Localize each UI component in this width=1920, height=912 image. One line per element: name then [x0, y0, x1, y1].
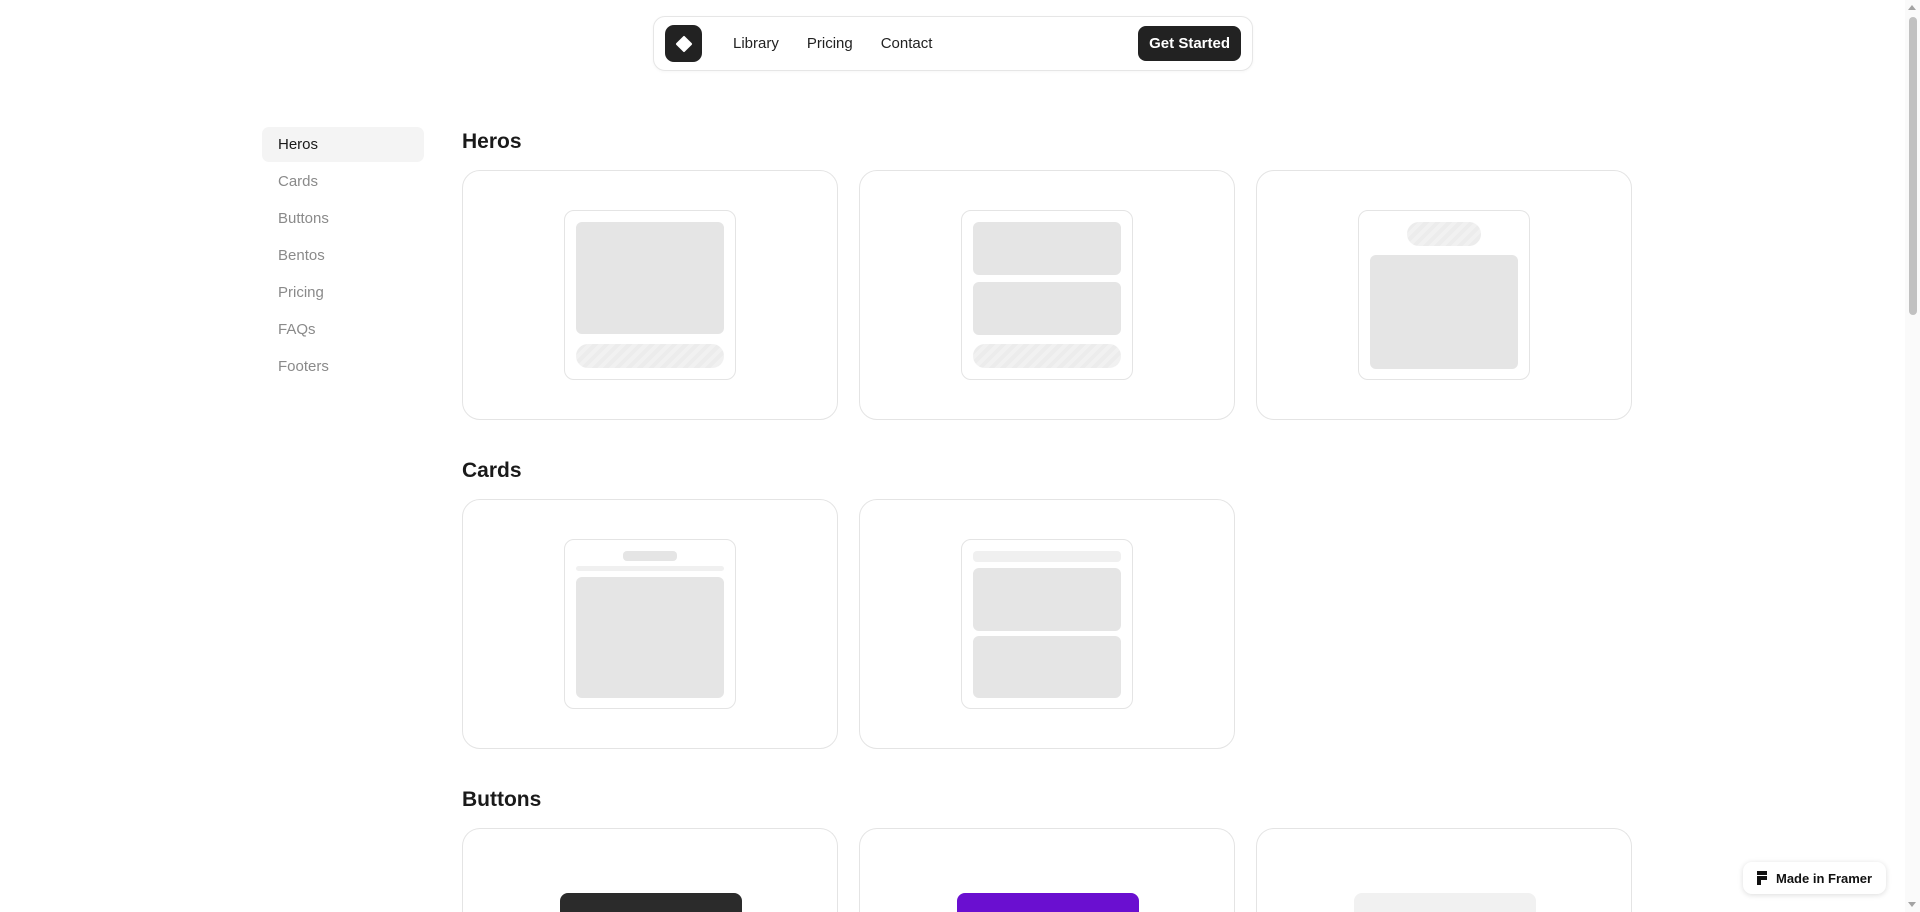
card-preview-card-2[interactable]: [859, 499, 1235, 749]
section-title-heros: Heros: [462, 130, 522, 153]
preview-block: [1370, 255, 1518, 369]
card-preview: [961, 539, 1133, 709]
card-preview-card-1[interactable]: [462, 499, 838, 749]
button-preview-light: [1354, 893, 1536, 912]
top-nav: Library Pricing Contact Get Started: [653, 16, 1253, 71]
hero-preview: [564, 210, 736, 380]
sidebar-item-bentos[interactable]: Bentos: [262, 238, 424, 273]
sidebar-item-faqs[interactable]: FAQs: [262, 312, 424, 347]
sidebar-item-label: Heros: [278, 136, 319, 153]
sidebar: Heros Cards Buttons Bentos Pricing FAQs …: [262, 127, 424, 386]
page-scrollbar[interactable]: [1905, 0, 1920, 912]
sidebar-item-heros[interactable]: Heros: [262, 127, 424, 162]
sidebar-item-label: Buttons: [278, 210, 329, 227]
sidebar-item-label: FAQs: [278, 321, 316, 338]
nav-link-library[interactable]: Library: [719, 35, 793, 52]
preview-bar: [623, 551, 677, 561]
sidebar-item-footers[interactable]: Footers: [262, 349, 424, 384]
preview-block: [973, 636, 1121, 698]
framer-icon: [1757, 871, 1767, 885]
preview-block: [576, 577, 724, 698]
diamond-icon: [675, 35, 692, 52]
hero-card-1[interactable]: [462, 170, 838, 420]
get-started-button[interactable]: Get Started: [1138, 26, 1241, 61]
nav-link-contact[interactable]: Contact: [867, 35, 947, 52]
card-preview: [564, 539, 736, 709]
section-title-cards: Cards: [462, 459, 522, 482]
sidebar-item-cards[interactable]: Cards: [262, 164, 424, 199]
preview-block: [973, 222, 1121, 275]
sidebar-item-label: Bentos: [278, 247, 325, 264]
hero-preview: [1358, 210, 1530, 380]
button-card-3[interactable]: [1256, 828, 1632, 912]
sidebar-item-label: Cards: [278, 173, 319, 190]
logo-button[interactable]: [665, 25, 702, 62]
sidebar-item-pricing[interactable]: Pricing: [262, 275, 424, 310]
preview-bar: [973, 551, 1121, 562]
preview-pill: [1407, 222, 1481, 246]
preview-pill: [576, 344, 724, 368]
nav-link-pricing[interactable]: Pricing: [793, 35, 867, 52]
preview-bar: [576, 566, 724, 571]
button-card-1[interactable]: [462, 828, 838, 912]
scroll-down-arrow-icon[interactable]: [1908, 902, 1916, 907]
sidebar-item-buttons[interactable]: Buttons: [262, 201, 424, 236]
hero-card-3[interactable]: [1256, 170, 1632, 420]
button-preview-purple: [957, 893, 1139, 912]
made-in-framer-badge[interactable]: Made in Framer: [1743, 862, 1886, 894]
hero-preview: [961, 210, 1133, 380]
section-title-buttons: Buttons: [462, 788, 542, 811]
button-preview-dark: [560, 893, 742, 912]
scrollbar-thumb[interactable]: [1909, 17, 1917, 315]
button-card-2[interactable]: [859, 828, 1235, 912]
hero-card-2[interactable]: [859, 170, 1235, 420]
scroll-up-arrow-icon[interactable]: [1908, 5, 1916, 10]
badge-label: Made in Framer: [1776, 870, 1873, 886]
preview-pill: [973, 344, 1121, 368]
preview-block: [576, 222, 724, 334]
nav-links: Library Pricing Contact: [719, 35, 946, 52]
sidebar-item-label: Footers: [278, 358, 329, 375]
preview-block: [973, 282, 1121, 335]
page: Library Pricing Contact Get Started Hero…: [0, 0, 1920, 912]
preview-block: [973, 568, 1121, 631]
sidebar-item-label: Pricing: [278, 284, 324, 301]
